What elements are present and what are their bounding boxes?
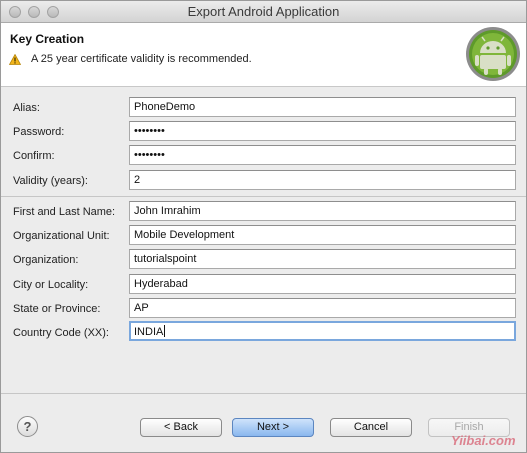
cancel-button[interactable]: Cancel (330, 418, 412, 437)
validity-field[interactable]: 2 (129, 170, 516, 190)
organization-field[interactable]: tutorialspoint (129, 249, 516, 269)
country-code-label: Country Code (XX): (13, 327, 109, 339)
text-caret (164, 325, 166, 337)
warning-text: A 25 year certificate validity is recomm… (31, 53, 252, 65)
organization-label: Organization: (13, 254, 79, 266)
country-code-field[interactable]: INDIA (129, 321, 516, 341)
back-button[interactable]: < Back (140, 418, 222, 437)
name-label: First and Last Name: (13, 206, 116, 218)
next-button[interactable]: Next > (232, 418, 314, 437)
section-divider (1, 196, 526, 197)
help-button[interactable]: ? (17, 416, 38, 437)
state-field[interactable]: AP (129, 298, 516, 318)
footer-divider (1, 393, 526, 394)
state-label: State or Province: (13, 303, 101, 315)
alias-label: Alias: (13, 102, 40, 114)
city-label: City or Locality: (13, 279, 89, 291)
confirm-label: Confirm: (13, 150, 55, 162)
city-field[interactable]: Hyderabad (129, 274, 516, 294)
android-logo (466, 27, 520, 81)
org-unit-label: Organizational Unit: (13, 230, 110, 242)
title-bar: Export Android Application (1, 1, 526, 23)
alias-field[interactable]: PhoneDemo (129, 97, 516, 117)
password-label: Password: (13, 126, 65, 138)
password-field[interactable]: •••••••• (129, 121, 516, 141)
page-title: Key Creation (10, 32, 85, 46)
export-dialog: Export Android Application Key Creation … (0, 0, 527, 453)
window-title: Export Android Application (187, 4, 340, 19)
confirm-password-field[interactable]: •••••••• (129, 145, 516, 165)
country-code-value: INDIA (134, 326, 164, 338)
validity-label: Validity (years): (13, 175, 88, 187)
organizational-unit-field[interactable]: Mobile Development (129, 225, 516, 245)
header-banner: Key Creation A 25 year certificate valid… (1, 23, 526, 87)
watermark: Yiibai.com (451, 433, 516, 448)
first-last-name-field[interactable]: John Imrahim (129, 201, 516, 221)
warning-triangle-icon (9, 54, 21, 65)
